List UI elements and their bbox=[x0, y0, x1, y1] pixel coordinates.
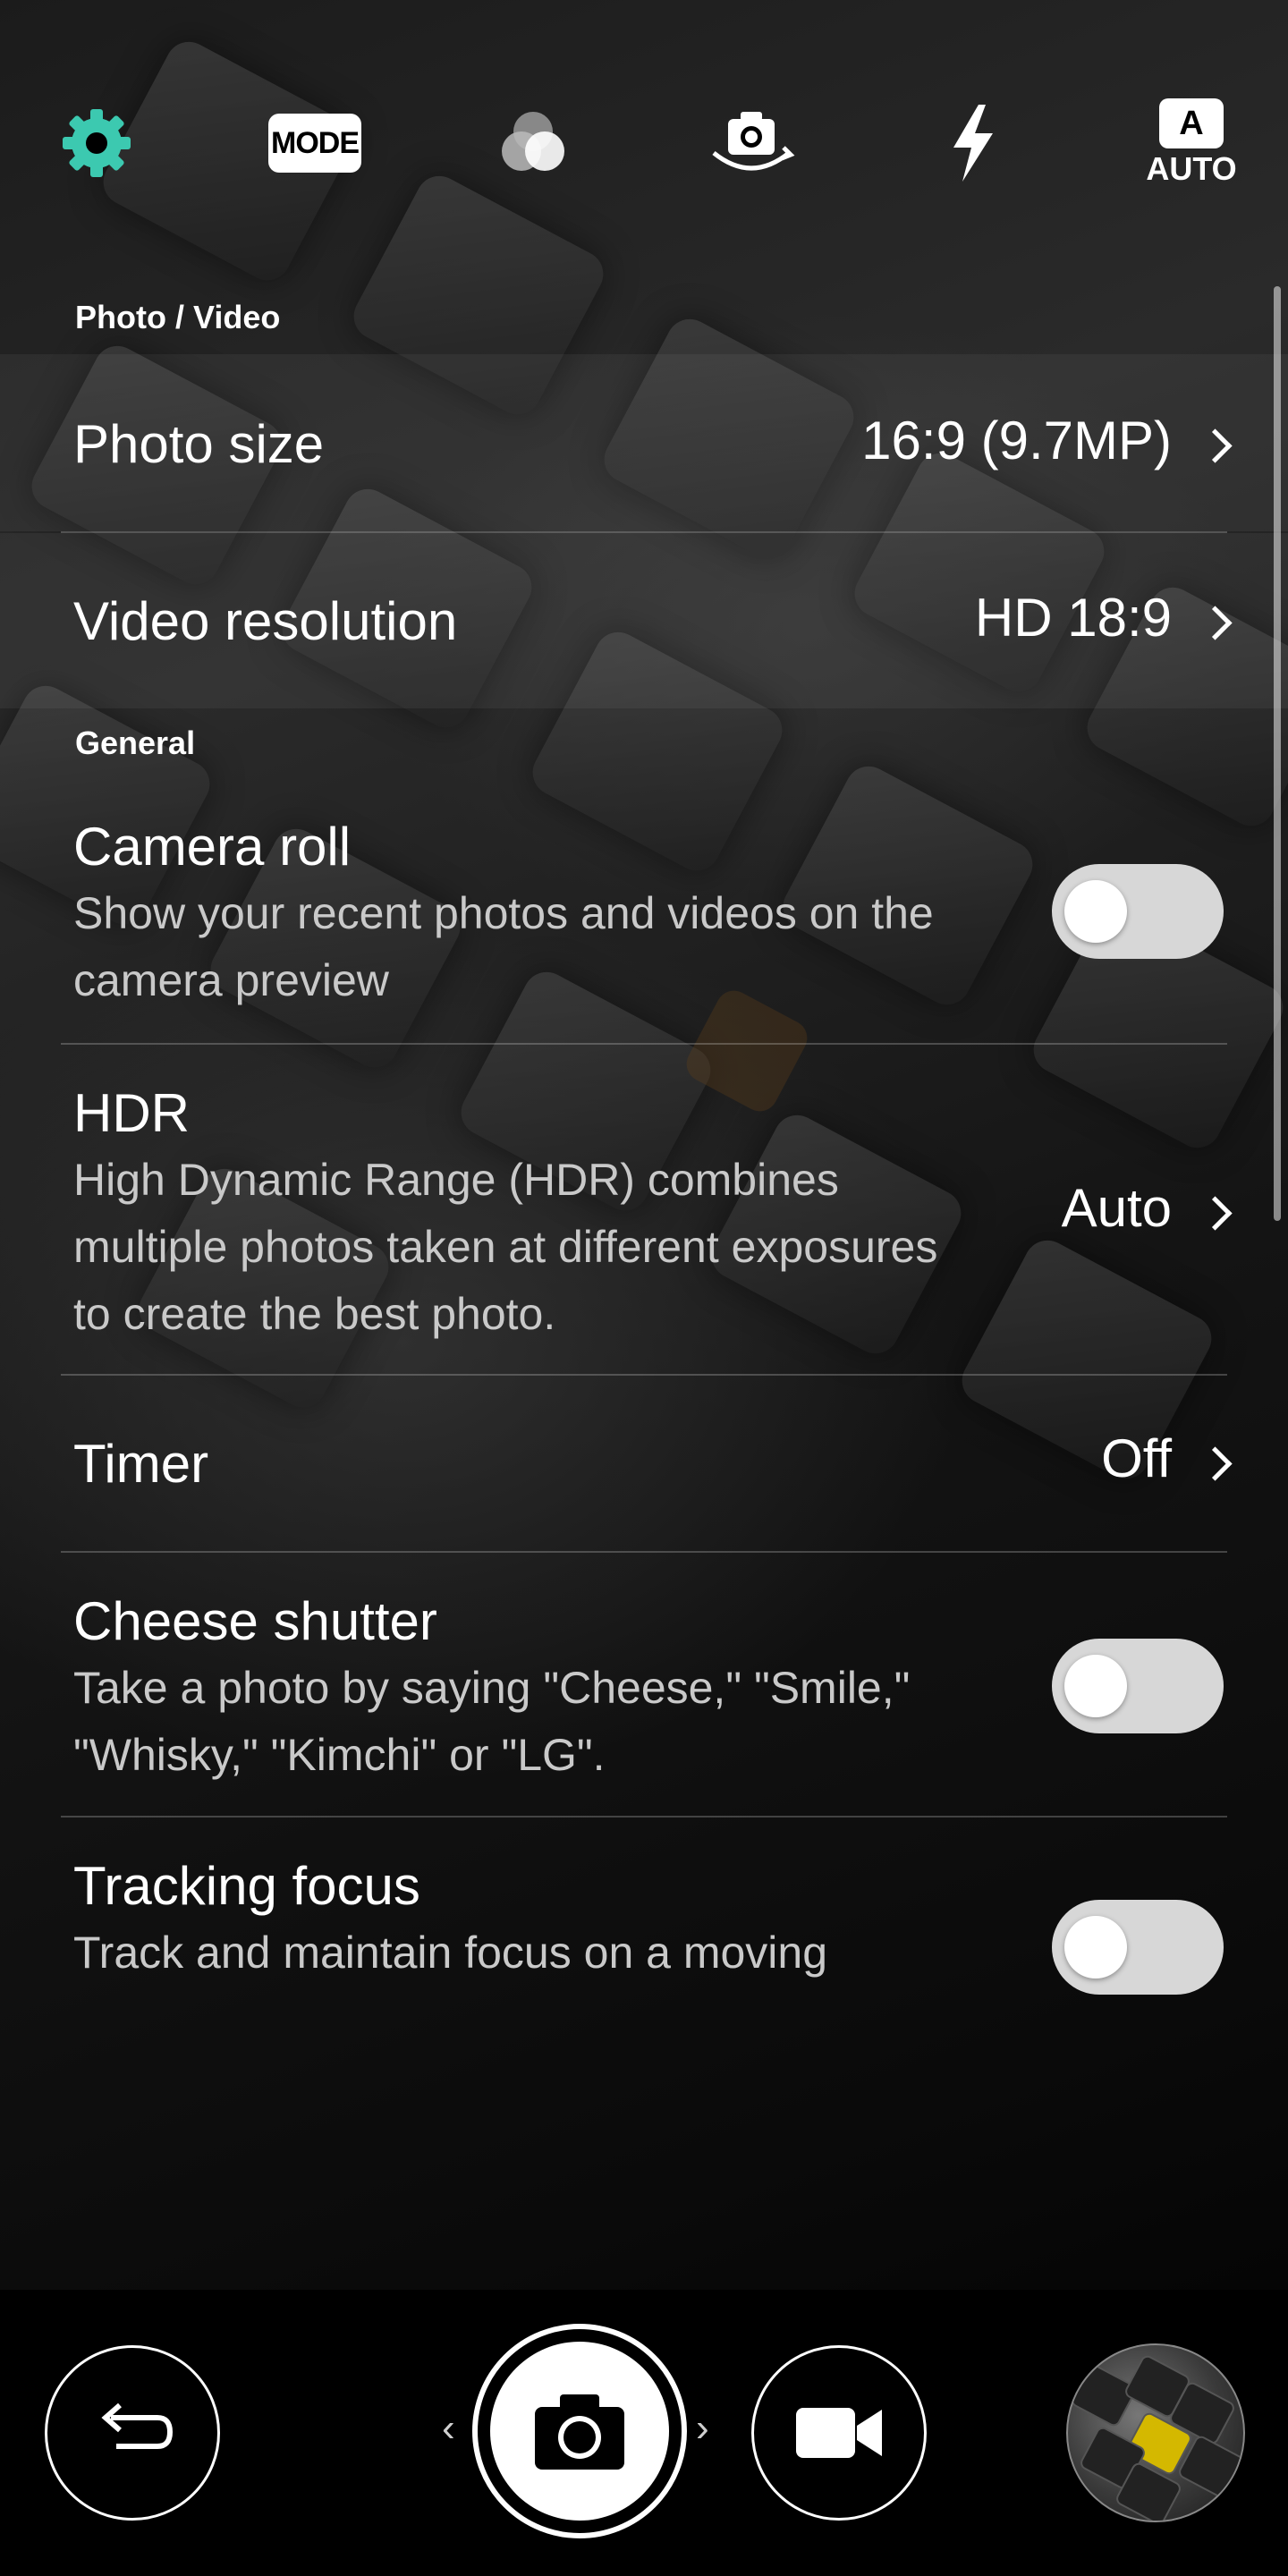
setting-title: Photo size bbox=[73, 414, 325, 474]
setting-title: Tracking focus bbox=[73, 1856, 420, 1916]
settings-panel: Photo / Video Photo size 16:9 (9.7MP) Vi… bbox=[0, 268, 1288, 2004]
setting-title: Timer bbox=[73, 1434, 209, 1494]
setting-camera-roll[interactable]: Camera roll Show your recent photos and … bbox=[0, 778, 1288, 1041]
settings-button[interactable] bbox=[43, 89, 150, 197]
switch-camera-icon bbox=[712, 112, 795, 171]
video-record-button[interactable] bbox=[751, 2345, 927, 2521]
camera-icon bbox=[535, 2394, 624, 2470]
video-camera-icon bbox=[796, 2408, 882, 2458]
back-arrow-icon bbox=[101, 2402, 174, 2449]
mode-button[interactable]: MODE bbox=[261, 89, 369, 197]
section-header-photo-video: Photo / Video bbox=[75, 299, 281, 335]
setting-timer[interactable]: Timer Off bbox=[0, 1376, 1288, 1551]
setting-tracking-focus[interactable]: Tracking focus Track and maintain focus … bbox=[0, 1818, 1288, 2004]
chevron-right-icon bbox=[1198, 606, 1233, 640]
flash-icon bbox=[953, 105, 993, 182]
filter-button[interactable] bbox=[479, 89, 587, 197]
shutter-button[interactable] bbox=[472, 2324, 687, 2538]
flash-button[interactable] bbox=[919, 89, 1027, 197]
setting-title: Cheese shutter bbox=[73, 1591, 437, 1651]
auto-mode-button[interactable]: A AUTO bbox=[1138, 89, 1245, 197]
tracking-focus-toggle[interactable] bbox=[1052, 1900, 1224, 1995]
auto-badge: A bbox=[1159, 98, 1224, 148]
back-button[interactable] bbox=[45, 2345, 220, 2521]
setting-description: Track and maintain focus on a moving bbox=[73, 1928, 828, 1978]
setting-value: HD 18:9 bbox=[974, 588, 1172, 648]
auto-label: AUTO bbox=[1146, 150, 1237, 187]
prev-mode-chevron[interactable]: ‹ bbox=[442, 2406, 455, 2451]
switch-camera-button[interactable] bbox=[698, 89, 805, 197]
setting-description: Show your recent photos and videos on th… bbox=[73, 888, 934, 1005]
setting-hdr[interactable]: HDR High Dynamic Range (HDR) combines mu… bbox=[0, 1045, 1288, 1374]
next-mode-chevron[interactable]: › bbox=[696, 2406, 709, 2451]
camera-topbar: MODE A AUTO bbox=[0, 89, 1288, 197]
setting-description: Take a photo by saying "Cheese," "Smile,… bbox=[73, 1663, 911, 1780]
setting-value: Off bbox=[1101, 1428, 1172, 1488]
filter-circles-icon bbox=[502, 112, 564, 171]
setting-value: 16:9 (9.7MP) bbox=[861, 411, 1172, 470]
setting-cheese-shutter[interactable]: Cheese shutter Take a photo by saying "C… bbox=[0, 1553, 1288, 1816]
cheese-shutter-toggle[interactable] bbox=[1052, 1639, 1224, 1733]
setting-title: HDR bbox=[73, 1083, 190, 1143]
gear-icon bbox=[63, 109, 131, 177]
chevron-right-icon bbox=[1198, 1446, 1233, 1481]
chevron-right-icon bbox=[1198, 428, 1233, 463]
setting-value: Auto bbox=[1061, 1178, 1172, 1238]
setting-photo-size[interactable]: Photo size 16:9 (9.7MP) bbox=[0, 354, 1288, 531]
setting-video-resolution[interactable]: Video resolution HD 18:9 bbox=[0, 533, 1288, 708]
mode-label: MODE bbox=[268, 114, 361, 173]
section-header-general: General bbox=[75, 724, 196, 761]
camera-roll-toggle[interactable] bbox=[1052, 864, 1224, 959]
setting-description: High Dynamic Range (HDR) combines multip… bbox=[73, 1155, 938, 1339]
chevron-right-icon bbox=[1198, 1196, 1233, 1231]
gallery-thumbnail[interactable] bbox=[1066, 2343, 1245, 2522]
setting-title: Camera roll bbox=[73, 817, 352, 877]
settings-scrollbar[interactable] bbox=[1274, 286, 1281, 1221]
setting-title: Video resolution bbox=[73, 591, 458, 651]
